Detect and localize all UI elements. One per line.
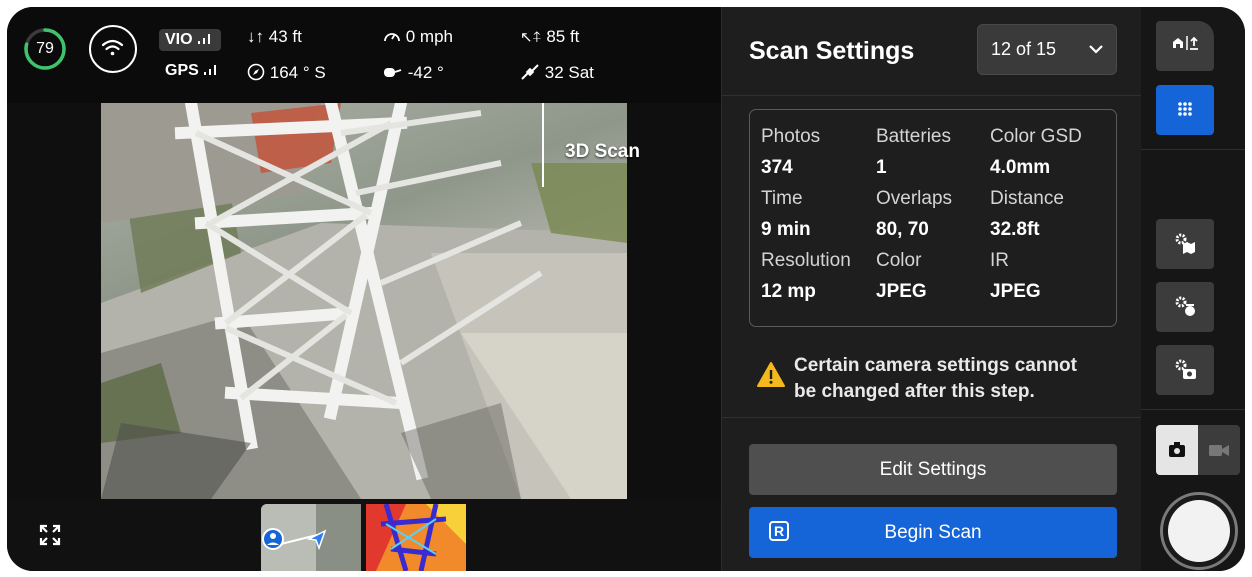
camera-settings-button[interactable]: [1156, 345, 1214, 395]
stat-overlaps: Overlaps 80, 70: [876, 188, 953, 240]
panel-title: Scan Settings: [749, 37, 915, 65]
video-camera-icon[interactable]: [1198, 425, 1240, 475]
grid-dots-icon: [1178, 102, 1192, 116]
divider: [722, 95, 1142, 96]
signal-bars-icon: [204, 65, 217, 75]
stat-color-format: Color JPEG: [876, 250, 927, 302]
scan-stats-box: Photos 374 Batteries 1 Color GSD 4.0mm T…: [749, 109, 1117, 327]
battery-percent: 79: [36, 40, 54, 57]
divider: [1141, 409, 1245, 410]
thermal-view-thumbnail[interactable]: [366, 504, 466, 571]
satellite-count: 32 Sat: [520, 63, 594, 83]
scan-marker-line: [542, 103, 544, 187]
compass-icon: [247, 63, 265, 81]
divider: [1141, 149, 1245, 150]
home-takeoff-icon: [1173, 36, 1198, 50]
gear-map-icon: [1175, 233, 1195, 254]
map-preview: [261, 504, 361, 571]
gimbal-pitch: -42 °: [383, 63, 444, 83]
camera-view[interactable]: 3D Scan: [7, 103, 721, 499]
stat-resolution: Resolution 12 mp: [761, 250, 851, 302]
map-view-thumbnail[interactable]: [261, 504, 361, 571]
scan-settings-panel: Scan Settings 12 of 15 Photos 374 Batter…: [721, 7, 1142, 571]
shutter-button[interactable]: [1160, 492, 1238, 570]
thermal-preview: [366, 504, 466, 571]
vertical-speed: ↓↑ 43 ft: [247, 27, 302, 46]
stat-batteries: Batteries 1: [876, 126, 951, 178]
live-video-feed[interactable]: [101, 103, 627, 499]
begin-scan-label: Begin Scan: [884, 522, 982, 543]
step-label: 12 of 15: [991, 39, 1057, 59]
grid-menu-button[interactable]: [1156, 85, 1214, 135]
capture-mode-toggle[interactable]: [1156, 425, 1240, 475]
satellite-icon: [521, 64, 539, 80]
telemetry-bar: 79 VIO GPS ↓↑ 43 ft 164 ° S 0 mph -42 ° …: [7, 7, 721, 103]
gps-status: GPS: [165, 62, 219, 80]
camera-icon: [1169, 442, 1185, 457]
scan-mode-label: 3D Scan: [565, 141, 640, 162]
stat-color-gsd: Color GSD 4.0mm: [990, 126, 1082, 178]
ground-speed: 0 mph: [383, 27, 453, 47]
connection-button[interactable]: [89, 25, 137, 73]
heading: 164 ° S: [247, 63, 326, 83]
right-tool-rail: [1141, 7, 1245, 571]
flight-settings-button[interactable]: [1156, 282, 1214, 332]
divider: [722, 417, 1142, 418]
warning-message: Certain camera settings cannot be change…: [794, 355, 1077, 402]
gear-camera-icon: [1175, 359, 1196, 379]
home-return-button[interactable]: [1156, 21, 1214, 71]
signal-bars-icon: [198, 34, 211, 44]
warning-triangle-icon: [757, 362, 785, 387]
photo-mode-option[interactable]: [1156, 425, 1198, 475]
gimbal-icon: [384, 68, 402, 77]
edit-settings-button[interactable]: Edit Settings: [749, 444, 1117, 495]
chevron-down-icon: [1089, 45, 1103, 54]
tower-scene: [101, 103, 627, 499]
vio-label: VIO: [165, 31, 193, 48]
vertical-arrows-icon: ↓↑: [247, 27, 264, 46]
shutter-button-core: [1168, 500, 1230, 562]
stat-time: Time 9 min: [761, 188, 811, 240]
begin-scan-button[interactable]: R Begin Scan: [749, 507, 1117, 558]
stat-ir-format: IR JPEG: [990, 250, 1041, 302]
map-settings-button[interactable]: [1156, 219, 1214, 269]
vio-status: VIO: [165, 31, 213, 49]
speedometer-icon: [384, 33, 400, 42]
gear-drone-icon: [1175, 296, 1195, 316]
altitude: ↖⍏ 85 ft: [520, 27, 580, 46]
stat-photos: Photos 374: [761, 126, 821, 178]
stat-distance: Distance 32.8ft: [990, 188, 1064, 240]
drone-controller-screen: 3D Scan 79 VIO GPS ↓↑ 43 ft 164 ° S 0 mp…: [7, 7, 1245, 571]
wifi-icon: [101, 39, 124, 56]
step-dropdown[interactable]: 12 of 15: [977, 24, 1117, 75]
expand-icon[interactable]: [39, 524, 61, 546]
bottom-toolbar: [7, 499, 721, 571]
altitude-drone-icon: ↖⍏: [520, 29, 542, 46]
gps-label: GPS: [165, 62, 199, 79]
r-key-badge: R: [769, 521, 789, 541]
